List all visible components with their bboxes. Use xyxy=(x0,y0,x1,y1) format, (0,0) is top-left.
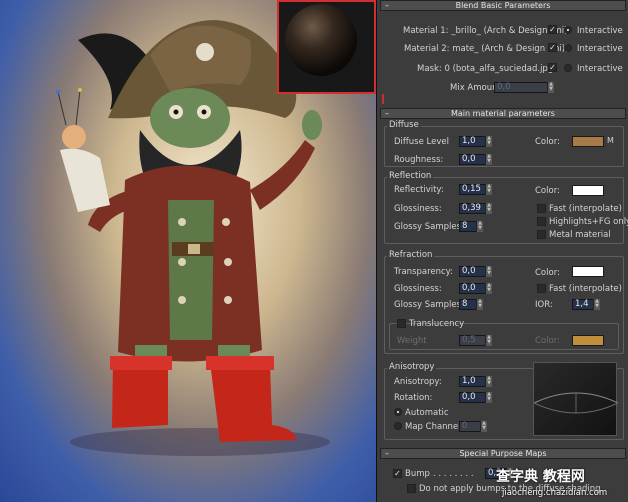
refraction-fast-label: Fast (interpolate) xyxy=(549,284,622,294)
anisotropy-preview xyxy=(533,362,619,436)
refraction-color-label: Color: xyxy=(535,268,560,278)
highlights-fg-checkbox[interactable] xyxy=(537,217,546,226)
reflection-glossiness-spinner[interactable]: 0,39 ▲ ▼ xyxy=(459,203,492,214)
material2-interactive-radio[interactable] xyxy=(564,44,572,52)
reflectivity-arrows[interactable]: ▲ ▼ xyxy=(485,184,492,195)
refraction-fast-checkbox[interactable] xyxy=(537,284,546,293)
refraction-color-swatch[interactable] xyxy=(572,266,604,277)
translucency-weight-label: Weight xyxy=(397,336,427,346)
watermark: 查字典 教程网 jiaocheng.chazidian.com xyxy=(492,466,628,502)
mask-checkbox[interactable]: ✓ xyxy=(548,63,557,72)
diffuse-level-spinner[interactable]: 1,0 ▲ ▼ xyxy=(459,136,492,147)
material-preview-sphere[interactable] xyxy=(277,0,376,94)
reflectivity-spinner[interactable]: 0,15 ▲ ▼ xyxy=(459,184,492,195)
refraction-glossiness-arrows[interactable]: ▲ ▼ xyxy=(485,283,492,294)
bump-label: Bump xyxy=(405,469,430,479)
material2-button[interactable]: Material 2: mate_ (Arch & Design (mi)) xyxy=(404,44,568,54)
diffuse-level-label: Diffuse Level xyxy=(394,137,449,147)
mix-amount-field[interactable]: 0,0 xyxy=(494,82,554,93)
material1-button[interactable]: Material 1: _brillo_ (Arch & Design (mi)… xyxy=(403,26,571,36)
ior-spinner[interactable]: 1,4 ▲ ▼ xyxy=(572,299,600,310)
rollout-scroll-indicator xyxy=(382,94,384,104)
refraction-samples-arrows[interactable]: ▲ ▼ xyxy=(476,299,483,310)
no-bump-diffuse-checkbox[interactable] xyxy=(407,484,416,493)
reflection-samples-spinner[interactable]: 8 ▲ ▼ xyxy=(459,221,483,232)
refraction-glossiness-spinner[interactable]: 0,0 ▲ ▼ xyxy=(459,283,492,294)
reflection-samples-label: Glossy Samples: xyxy=(394,222,464,232)
transparency-arrows[interactable]: ▲ ▼ xyxy=(485,266,492,277)
render-viewport xyxy=(0,0,376,502)
special-maps-rollout-header[interactable]: – Special Purpose Maps xyxy=(380,448,626,459)
transparency-label: Transparency: xyxy=(394,267,453,277)
refraction-group-title: Refraction xyxy=(387,250,435,260)
reflection-glossiness-arrows[interactable]: ▲ ▼ xyxy=(485,203,492,214)
reflection-fast-checkbox[interactable] xyxy=(537,204,546,213)
mix-amount-arrows[interactable]: ▲ ▼ xyxy=(547,82,554,93)
main-material-rollout-header[interactable]: – Main material parameters xyxy=(380,108,626,119)
anisotropy-spinner[interactable]: 1,0 ▲ ▼ xyxy=(459,376,492,387)
watermark-title: 查字典 教程网 xyxy=(496,469,585,485)
map-channel-radio[interactable] xyxy=(394,422,402,430)
diffuse-color-swatch[interactable] xyxy=(572,136,604,147)
material1-interactive-radio[interactable] xyxy=(564,26,572,34)
automatic-label: Automatic xyxy=(405,408,449,418)
translucency-color-label: Color: xyxy=(535,336,560,346)
translucency-label: Translucency xyxy=(409,319,465,329)
rollout-title: Main material parameters xyxy=(451,109,555,118)
translucency-weight-spinner[interactable]: 0,5 ▲ ▼ xyxy=(459,335,492,346)
rotation-label: Rotation: xyxy=(394,393,433,403)
mask-interactive-label: Interactive xyxy=(577,64,623,74)
refraction-glossiness-label: Glossiness: xyxy=(394,284,442,294)
reflection-color-swatch[interactable] xyxy=(572,185,604,196)
refraction-samples-spinner[interactable]: 8 ▲ ▼ xyxy=(459,299,483,310)
mix-amount-spinner[interactable]: 0,0 ▲ ▼ xyxy=(494,82,554,93)
material2-checkbox[interactable]: ✓ xyxy=(548,43,557,52)
rollout-title: Blend Basic Parameters xyxy=(455,1,551,10)
ior-label: IOR: xyxy=(535,300,553,310)
rotation-spinner[interactable]: 0,0 ▲ ▼ xyxy=(459,392,492,403)
watermark-url: jiaocheng.chazidian.com xyxy=(502,488,608,498)
roughness-arrows[interactable]: ▲ ▼ xyxy=(485,154,492,165)
refraction-samples-label: Glossy Samples: xyxy=(394,300,464,310)
material2-interactive-label: Interactive xyxy=(577,44,623,54)
reflection-group-title: Reflection xyxy=(387,171,434,181)
material1-interactive-label: Interactive xyxy=(577,26,623,36)
map-channel-spinner[interactable]: 0 ▲ ▼ xyxy=(459,421,487,432)
material1-checkbox[interactable]: ✓ xyxy=(548,25,557,34)
automatic-radio[interactable] xyxy=(394,408,402,416)
reflection-fast-label: Fast (interpolate) xyxy=(549,204,622,214)
bump-checkbox[interactable]: ✓ xyxy=(393,469,402,478)
blend-basic-rollout-header[interactable]: – Blend Basic Parameters xyxy=(380,0,626,11)
reflectivity-label: Reflectivity: xyxy=(394,185,444,195)
rotation-arrows[interactable]: ▲ ▼ xyxy=(485,392,492,403)
reflection-samples-arrows[interactable]: ▲ ▼ xyxy=(476,221,483,232)
mask-interactive-radio[interactable] xyxy=(564,64,572,72)
anisotropy-group-title: Anisotropy xyxy=(387,362,437,372)
diffuse-group-title: Diffuse xyxy=(387,120,421,130)
mask-button[interactable]: Mask: 0 (bota_alfa_suciedad.jpg) xyxy=(417,64,557,74)
rollout-title: Special Purpose Maps xyxy=(459,449,547,458)
anisotropy-label: Anisotropy: xyxy=(394,377,442,387)
translucency-color-swatch[interactable] xyxy=(572,335,604,346)
translucency-weight-arrows[interactable]: ▲ ▼ xyxy=(485,335,492,346)
diffuse-color-label: Color: xyxy=(535,137,560,147)
translucency-checkbox[interactable] xyxy=(397,319,406,328)
metal-material-label: Metal material xyxy=(549,230,611,240)
metal-material-checkbox[interactable] xyxy=(537,230,546,239)
reflection-glossiness-label: Glossiness: xyxy=(394,204,442,214)
diffuse-map-button[interactable]: M xyxy=(607,136,615,146)
roughness-spinner[interactable]: 0,0 ▲ ▼ xyxy=(459,154,492,165)
map-channel-label: Map Channel: xyxy=(405,422,464,432)
transparency-spinner[interactable]: 0,0 ▲ ▼ xyxy=(459,266,492,277)
diffuse-level-arrows[interactable]: ▲ ▼ xyxy=(485,136,492,147)
ior-arrows[interactable]: ▲ ▼ xyxy=(593,299,600,310)
anisotropy-arrows[interactable]: ▲ ▼ xyxy=(485,376,492,387)
reflection-color-label: Color: xyxy=(535,186,560,196)
highlights-fg-label: Highlights+FG only xyxy=(549,217,628,227)
map-channel-arrows[interactable]: ▲ ▼ xyxy=(480,421,487,432)
roughness-label: Roughness: xyxy=(394,155,444,165)
bump-dots: . . . . . . . . xyxy=(433,469,474,479)
